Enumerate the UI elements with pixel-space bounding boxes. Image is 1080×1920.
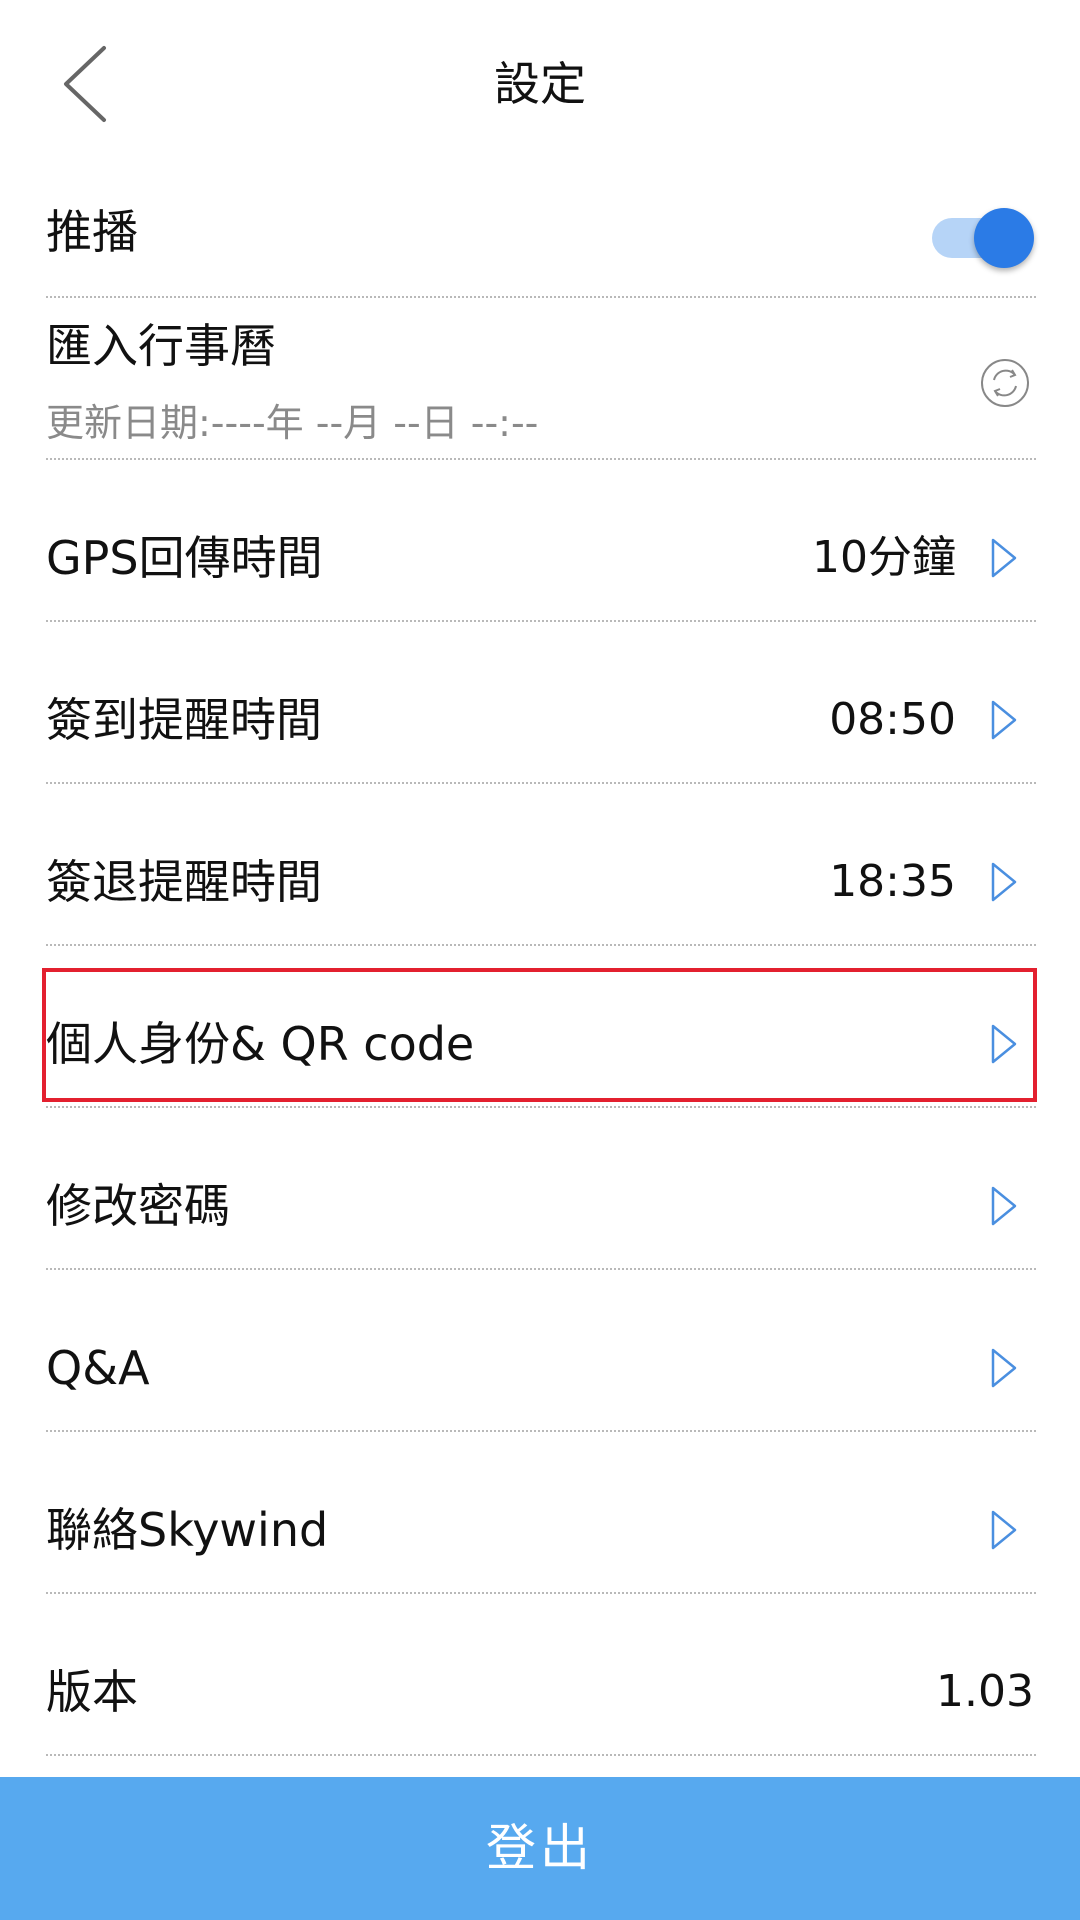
chevron-right-icon — [991, 700, 1017, 740]
toggle-knob — [974, 208, 1034, 268]
setting-row-checkin[interactable]: 簽到提醒時間 08:50 — [46, 622, 1036, 784]
settings-page: 設定 推播 匯入行事曆 更新日期:----年 --月 --日 --:-- GPS… — [0, 0, 1080, 1920]
checkout-label: 簽退提醒時間 — [46, 855, 322, 909]
calendar-update-date: 更新日期:----年 --月 --日 --:-- — [46, 401, 539, 445]
setting-row-version: 版本 1.03 — [46, 1594, 1036, 1756]
setting-row-contact[interactable]: 聯絡Skywind — [46, 1432, 1036, 1594]
chevron-right-icon — [991, 1348, 1017, 1388]
setting-row-calendar[interactable]: 匯入行事曆 更新日期:----年 --月 --日 --:-- — [46, 298, 1036, 460]
checkout-value: 18:35 — [829, 856, 956, 907]
chevron-right-icon — [991, 538, 1017, 578]
setting-row-push: 推播 — [46, 170, 1036, 298]
version-value: 1.03 — [936, 1666, 1034, 1717]
header: 設定 — [0, 0, 1080, 170]
push-label: 推播 — [46, 205, 138, 259]
chevron-right-icon — [991, 1186, 1017, 1226]
checkin-value: 08:50 — [829, 694, 956, 745]
setting-row-qa[interactable]: Q&A — [46, 1270, 1036, 1432]
setting-row-identity-qr[interactable]: 個人身份& QR code — [46, 946, 1036, 1108]
setting-row-checkout[interactable]: 簽退提醒時間 18:35 — [46, 784, 1036, 946]
chevron-right-icon — [991, 1510, 1017, 1550]
setting-row-gps[interactable]: GPS回傳時間 10分鐘 — [46, 460, 1036, 622]
contact-label: 聯絡Skywind — [46, 1503, 329, 1557]
page-title: 設定 — [494, 57, 586, 111]
sync-icon[interactable] — [980, 358, 1030, 408]
password-label: 修改密碼 — [46, 1179, 230, 1233]
logout-button[interactable]: 登出 — [0, 1777, 1080, 1920]
version-label: 版本 — [46, 1665, 138, 1719]
calendar-label: 匯入行事曆 — [46, 319, 276, 373]
gps-label: GPS回傳時間 — [46, 531, 323, 585]
chevron-right-icon — [991, 862, 1017, 902]
setting-row-password[interactable]: 修改密碼 — [46, 1108, 1036, 1270]
qa-label: Q&A — [46, 1341, 150, 1395]
push-toggle[interactable] — [932, 206, 1036, 270]
chevron-right-icon — [991, 1024, 1017, 1064]
identity-qr-label: 個人身份& QR code — [46, 1017, 475, 1071]
gps-value: 10分鐘 — [812, 532, 956, 583]
checkin-label: 簽到提醒時間 — [46, 693, 322, 747]
